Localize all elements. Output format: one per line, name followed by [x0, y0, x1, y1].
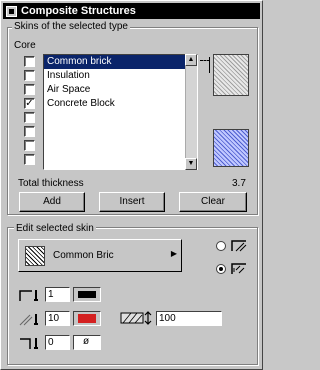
edit-skin-group-label: Edit selected skin [14, 223, 96, 234]
orientation-radio-1[interactable] [216, 241, 226, 251]
core-checkbox-7[interactable] [24, 140, 35, 151]
fill-pen-field[interactable]: 10 [45, 311, 70, 326]
fill-type-popup[interactable]: Common Bric ▶ [18, 239, 182, 272]
fill-orientation-local-icon [231, 263, 246, 274]
chevron-right-icon: ▶ [170, 249, 177, 258]
transparent-pen-icon: ø [83, 336, 90, 347]
skin-preview-block [213, 129, 249, 167]
scroll-up-icon[interactable]: ▲ [185, 54, 197, 66]
fill-pen-color[interactable] [73, 311, 101, 326]
list-item[interactable]: Insulation [44, 69, 197, 83]
window-icon [6, 5, 17, 17]
core-checkbox-3[interactable] [24, 84, 35, 95]
pen-color-black [78, 291, 96, 298]
skins-group-label: Skins of the selected type [12, 21, 130, 32]
core-checkbox-1[interactable] [24, 56, 35, 67]
checkmark-icon: ✓ [25, 98, 34, 109]
insert-button[interactable]: Insert [99, 192, 165, 212]
core-checkbox-2[interactable] [24, 70, 35, 81]
background-pen-icon [20, 338, 38, 349]
list-scrollbar[interactable]: ▲ ▼ [185, 54, 197, 170]
thickness-field[interactable]: 100 [156, 311, 222, 326]
total-thickness-label: Total thickness [18, 178, 84, 189]
core-checkbox-4[interactable]: ✓ [24, 98, 35, 109]
thickness-icon [120, 311, 152, 325]
background-pen-field[interactable]: 0 [45, 335, 70, 350]
contour-pen-field[interactable]: 1 [45, 287, 70, 302]
core-column-label: Core [14, 40, 36, 51]
clear-button[interactable]: Clear [179, 192, 247, 212]
core-checkbox-6[interactable] [24, 126, 35, 137]
skin-preview-brick [213, 54, 249, 96]
list-item[interactable]: Concrete Block [44, 97, 197, 111]
fill-pen-icon [19, 314, 38, 326]
composite-structures-window: Composite Structures Skins of the select… [0, 0, 263, 370]
contour-pen-icon [19, 290, 38, 301]
preview-connector-tick [209, 57, 210, 73]
scroll-down-icon[interactable]: ▼ [185, 158, 197, 170]
window-title: Composite Structures [21, 5, 136, 17]
core-checkbox-8[interactable] [24, 154, 35, 165]
contour-pen-color[interactable] [73, 287, 101, 302]
pen-color-red [78, 314, 96, 323]
title-bar[interactable]: Composite Structures [3, 3, 260, 19]
background-pen-color[interactable]: ø [73, 335, 101, 350]
list-item[interactable]: Common brick [44, 55, 197, 69]
add-button[interactable]: Add [19, 192, 85, 212]
orientation-radio-2[interactable] [216, 264, 226, 274]
core-checkbox-5[interactable] [24, 112, 35, 123]
fill-type-name: Common Bric [53, 250, 114, 261]
list-item[interactable]: Air Space [44, 83, 197, 97]
total-thickness-value: 3.7 [232, 178, 246, 189]
fill-orientation-global-icon [231, 240, 247, 252]
hatch-pattern-icon [25, 246, 45, 266]
skins-list[interactable]: Common brick Insulation Air Space Concre… [43, 54, 198, 170]
